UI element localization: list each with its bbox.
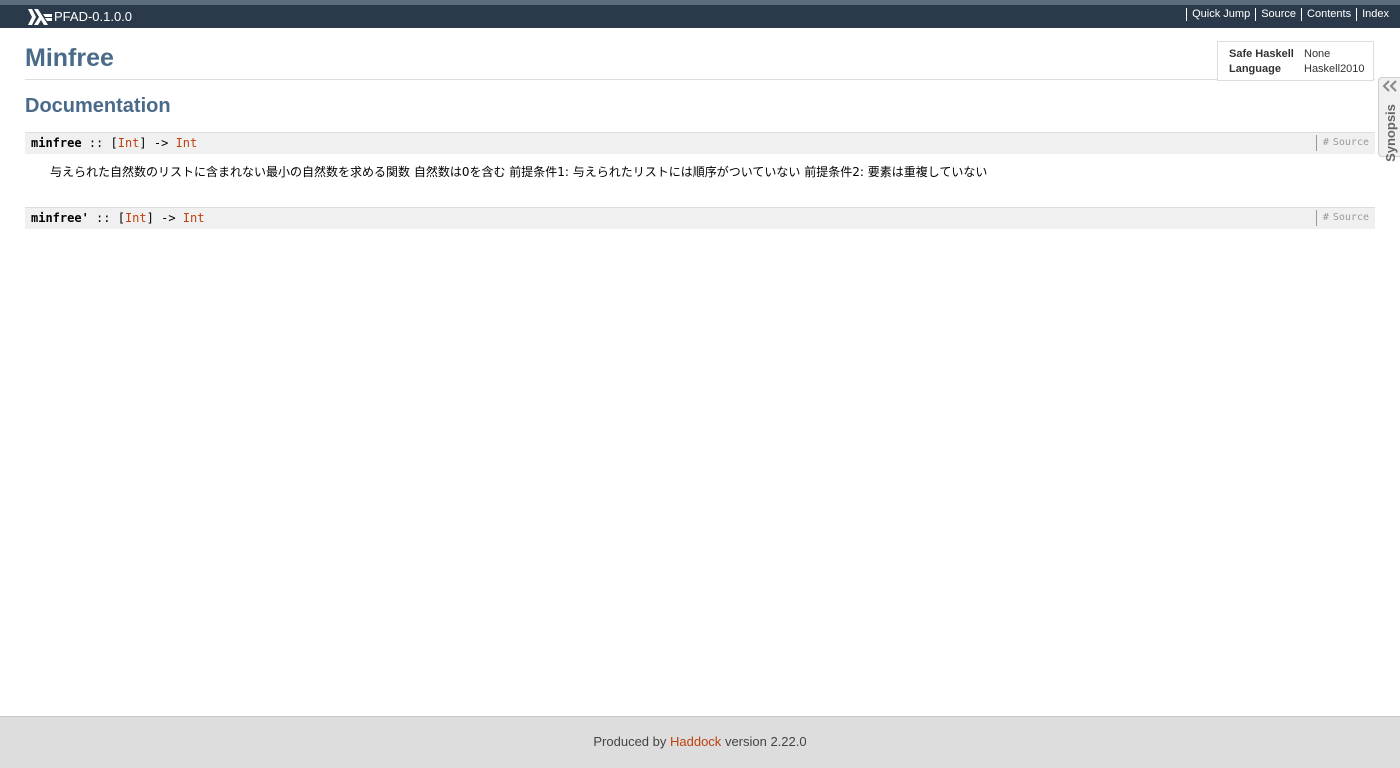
declaration-minfree-prime: minfree' :: [Int] -> Int # Source bbox=[25, 207, 1375, 229]
module-info-table: Safe Haskell None Language Haskell2010 bbox=[1217, 41, 1374, 81]
list-open-bracket: [ bbox=[110, 136, 118, 150]
type-operator: :: bbox=[96, 211, 111, 225]
type-signature: minfree :: [Int] -> Int bbox=[31, 136, 197, 150]
quick-jump-link[interactable]: Quick Jump bbox=[1186, 8, 1255, 21]
page-title: Minfree bbox=[25, 44, 114, 72]
type-signature: minfree' :: [Int] -> Int bbox=[31, 211, 204, 225]
list-open-bracket: [ bbox=[117, 211, 125, 225]
footer-prefix: Produced by bbox=[593, 734, 667, 749]
package-header[interactable]: PFAD-0.1.0.0 bbox=[28, 8, 132, 26]
language-value: Haskell2010 bbox=[1304, 63, 1365, 75]
language-row: Language Haskell2010 bbox=[1229, 63, 1365, 75]
language-label: Language bbox=[1229, 63, 1281, 75]
haskell-logo-icon bbox=[28, 9, 52, 25]
safe-haskell-label: Safe Haskell bbox=[1229, 48, 1294, 60]
safe-haskell-value: None bbox=[1304, 48, 1331, 60]
source-link[interactable]: Source bbox=[1333, 212, 1369, 223]
arrow-operator: -> bbox=[161, 211, 176, 225]
anchor-hash-link[interactable]: # bbox=[1323, 212, 1329, 223]
function-name[interactable]: minfree' bbox=[31, 211, 89, 225]
contents-link[interactable]: Contents bbox=[1301, 8, 1356, 21]
safe-haskell-row: Safe Haskell None bbox=[1229, 48, 1330, 60]
top-nav: Quick Jump Source Contents Index bbox=[1186, 8, 1394, 21]
top-bar: PFAD-0.1.0.0 Quick Jump Source Contents … bbox=[0, 0, 1400, 28]
title-divider bbox=[25, 79, 1375, 80]
source-link[interactable]: Source bbox=[1333, 137, 1369, 148]
source-anchor: # Source bbox=[1315, 210, 1369, 226]
type-operator: :: bbox=[88, 136, 104, 150]
list-close-bracket: ] bbox=[139, 136, 147, 150]
section-heading: Documentation bbox=[25, 95, 171, 117]
type-link-int[interactable]: Int bbox=[183, 211, 205, 225]
type-link-int[interactable]: Int bbox=[125, 211, 147, 225]
index-link[interactable]: Index bbox=[1356, 8, 1394, 21]
type-link-int[interactable]: Int bbox=[118, 136, 140, 150]
arrow-operator: -> bbox=[153, 136, 169, 150]
synopsis-label: Synopsis bbox=[1383, 104, 1398, 162]
source-link[interactable]: Source bbox=[1255, 8, 1301, 21]
anchor-hash-link[interactable]: # bbox=[1323, 137, 1329, 148]
source-anchor: # Source bbox=[1315, 135, 1369, 151]
footer: Produced by Haddock version 2.22.0 bbox=[0, 716, 1400, 768]
function-description: 与えられた自然数のリストに含まれない最小の自然数を求める関数 自然数は0を含む … bbox=[50, 165, 988, 179]
function-name[interactable]: minfree bbox=[31, 136, 82, 150]
haddock-link[interactable]: Haddock bbox=[670, 734, 721, 749]
type-link-int[interactable]: Int bbox=[176, 136, 198, 150]
synopsis-toggle[interactable]: Synopsis bbox=[1378, 77, 1400, 162]
double-chevron-left-icon bbox=[1382, 80, 1397, 92]
footer-version: version 2.22.0 bbox=[724, 734, 807, 749]
list-close-bracket: ] bbox=[146, 211, 154, 225]
declaration-minfree: minfree :: [Int] -> Int # Source bbox=[25, 132, 1375, 154]
package-name[interactable]: PFAD-0.1.0.0 bbox=[54, 8, 132, 26]
